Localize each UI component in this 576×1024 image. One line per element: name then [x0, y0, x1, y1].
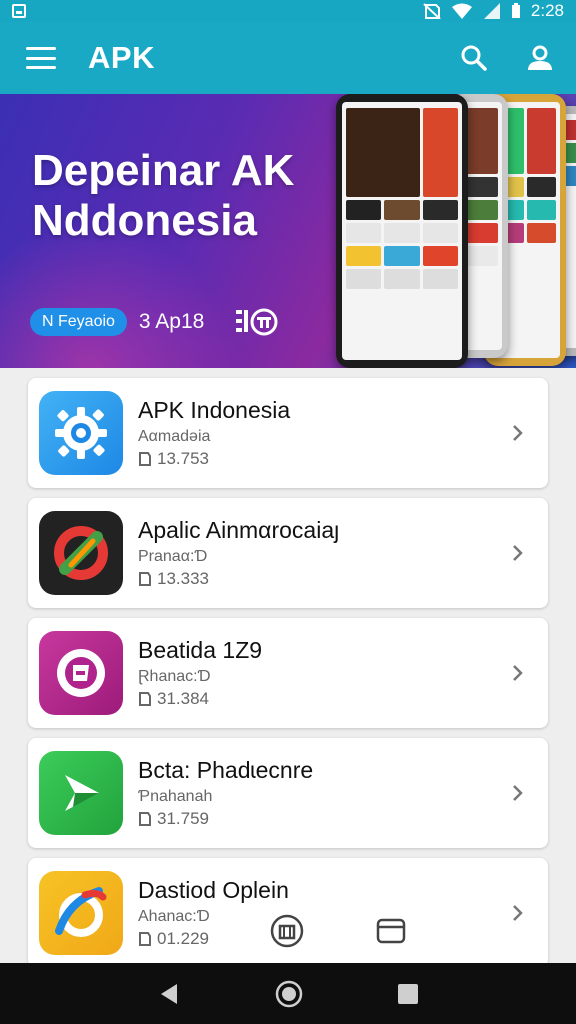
- list-item[interactable]: Dastiod Oplein Ahanac:Ɗ 01.229: [28, 858, 548, 968]
- app-subtitle: Pranaα:Ɗ: [138, 548, 208, 565]
- app-meta: 31.759: [157, 809, 209, 828]
- navigation-bar: [0, 963, 576, 1024]
- back-icon[interactable]: [157, 982, 181, 1006]
- status-time: 2:28: [530, 1, 564, 20]
- download-count-icon: [139, 932, 151, 946]
- folder-icon[interactable]: [374, 914, 408, 948]
- download-count-icon: [139, 572, 151, 586]
- list-item[interactable]: APK Indonesia Aαmadəia 13.753: [28, 378, 548, 488]
- app-meta: 13.753: [157, 449, 209, 468]
- app-store-icon[interactable]: [270, 914, 304, 948]
- phones-illustration: [336, 94, 576, 368]
- list-item[interactable]: Beatida 1Z9 Ɽhanac:Ɗ 31.384: [28, 618, 548, 728]
- chevron-right-icon: [513, 665, 523, 681]
- chevron-right-icon: [513, 425, 523, 441]
- app-list: APK Indonesia Aαmadəia 13.753 Apalic Ain…: [28, 378, 548, 978]
- signal-icon: [483, 3, 500, 19]
- app-meta: 01.229: [157, 929, 209, 948]
- app-name: Apalic Ainmαrocaiaȷ: [138, 517, 340, 543]
- app-meta: 13.333: [157, 569, 209, 588]
- app-title: APK: [88, 40, 155, 75]
- download-count-icon: [139, 452, 151, 466]
- account-icon: [528, 45, 552, 70]
- chevron-right-icon: [513, 905, 523, 921]
- app-subtitle: Ɽhanac:Ɗ: [138, 668, 211, 685]
- brush-icon: [39, 871, 123, 955]
- home-icon[interactable]: [275, 980, 303, 1008]
- search-icon: [461, 45, 487, 71]
- chevron-right-icon: [513, 785, 523, 801]
- app-meta: 31.384: [157, 689, 209, 708]
- app-subtitle: Aαmadəia: [138, 428, 211, 445]
- app-name: Bcta: Phadɩecnre: [138, 757, 314, 783]
- battery-icon: [511, 3, 520, 18]
- app-name: Beatida 1Z9: [138, 637, 263, 663]
- app-name: APK Indonesia: [138, 397, 291, 423]
- account-button[interactable]: [524, 42, 556, 74]
- app-name: Dastiod Oplein: [138, 877, 289, 903]
- play-icon: [39, 751, 123, 835]
- hero-banner[interactable]: Depeinar AK Nddonesia Ν Feyaoio 3 Ap18: [0, 94, 576, 368]
- app-subtitle: Ƥnahanah: [138, 788, 213, 805]
- status-bar: 2:28: [0, 0, 576, 22]
- gear-icon: [39, 391, 123, 475]
- hero-badge[interactable]: Ν Feyaoio: [30, 308, 127, 336]
- list-item[interactable]: Bcta: Phadɩecnre Ƥnahanah 31.759: [28, 738, 548, 848]
- chevron-right-icon: [513, 545, 523, 561]
- no-sim-icon: [423, 3, 441, 19]
- app-bar: APK: [0, 22, 576, 94]
- download-count-icon: [139, 692, 151, 706]
- list-item[interactable]: Apalic Ainmαrocaiaȷ Pranaα:Ɗ 13.333: [28, 498, 548, 608]
- brand-logo-icon: [236, 308, 278, 336]
- recents-icon[interactable]: [397, 983, 419, 1005]
- search-button[interactable]: [458, 42, 490, 74]
- colorful-ring-icon: [39, 511, 123, 595]
- notification-icon: [12, 4, 26, 18]
- hero-date: 3 Ap18: [138, 310, 205, 333]
- download-count-icon: [139, 812, 151, 826]
- music-icon: [39, 631, 123, 715]
- hero-title: Depeinar AK Nddonesia: [32, 146, 295, 245]
- wifi-icon: [451, 3, 472, 19]
- menu-icon[interactable]: [26, 47, 56, 69]
